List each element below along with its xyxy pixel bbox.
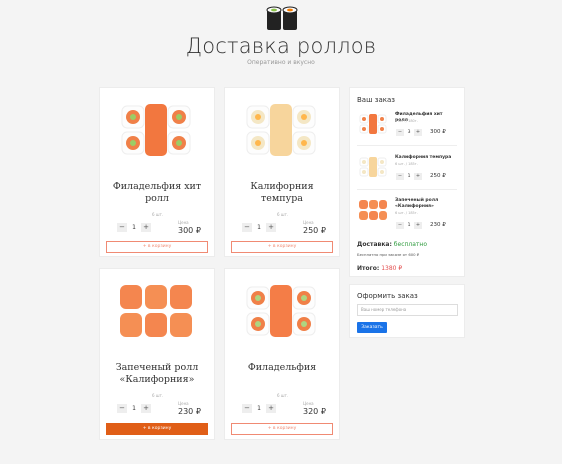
price-label: Цена — [303, 401, 314, 406]
cart-item-weight: 6 шт. / 185г. — [395, 211, 418, 215]
quantity-value: 1 — [404, 173, 414, 180]
delivery-label: Доставка: — [357, 241, 392, 248]
total-label: Итого: — [357, 265, 380, 272]
product-image — [246, 285, 316, 337]
delivery-info: Доставка: бесплатно — [357, 241, 427, 248]
minus-button[interactable]: − — [396, 129, 404, 136]
product-price: 230 ₽ — [178, 407, 201, 416]
product-image — [246, 104, 316, 156]
quantity-value: 3 — [404, 129, 414, 136]
total-value: 1380 ₽ — [381, 265, 403, 272]
quantity-stepper: − 1 + — [242, 404, 276, 413]
page-subtitle: Оперативно и вкусно — [247, 59, 315, 66]
plus-button[interactable]: + — [266, 404, 276, 413]
plus-button[interactable]: + — [414, 222, 422, 229]
quantity-value: 1 — [127, 404, 141, 413]
checkout-title: Оформить заказ — [357, 292, 418, 300]
quantity-value: 1 — [127, 223, 141, 232]
product-weight: 6 шт. — [152, 393, 164, 398]
cart-item-price: 230 ₽ — [430, 222, 446, 228]
minus-button[interactable]: − — [396, 222, 404, 229]
minus-button[interactable]: − — [117, 223, 127, 232]
cart-item-image — [359, 157, 387, 177]
cart-item-stepper: − 3 + — [396, 129, 422, 136]
product-name: Калифорния темпура — [250, 181, 314, 204]
product-card: Филадельфия 6 шт. Цена 320 ₽ − 1 + + в к… — [224, 268, 340, 440]
cart-item-name: Запеченый ролл «Калифорния» — [395, 198, 439, 209]
product-weight: 6 шт. — [152, 212, 164, 217]
plus-button[interactable]: + — [414, 129, 422, 136]
divider — [357, 145, 457, 146]
quantity-stepper: − 1 + — [242, 223, 276, 232]
cart-item-stepper: − 1 + — [396, 173, 422, 180]
add-to-cart-button[interactable]: + в корзину — [231, 423, 333, 435]
delivery-note: Бесплатно при заказе от 600 ₽ — [357, 252, 420, 257]
order-total: Итого: 1380 ₽ — [357, 265, 402, 272]
product-card: Запеченый ролл «Калифорния» 6 шт. Цена 2… — [99, 268, 215, 440]
product-card: Калифорния темпура 6 шт. Цена 250 ₽ − 1 … — [224, 87, 340, 257]
plus-button[interactable]: + — [266, 223, 276, 232]
add-to-cart-button[interactable]: + в корзину — [106, 423, 208, 435]
quantity-stepper: − 1 + — [117, 223, 151, 232]
cart-item-price: 250 ₽ — [430, 173, 446, 179]
minus-button[interactable]: − — [242, 223, 252, 232]
price-label: Цена — [178, 401, 189, 406]
minus-button[interactable]: − — [117, 404, 127, 413]
add-to-cart-button[interactable]: + в корзину — [106, 241, 208, 253]
cart-item-weight: 6 шт. / 180г. — [395, 119, 418, 123]
product-image — [121, 104, 191, 156]
minus-button[interactable]: − — [242, 404, 252, 413]
phone-input[interactable]: Ваш номер телефона — [357, 304, 458, 316]
price-label: Цена — [178, 220, 189, 225]
minus-button[interactable]: − — [396, 173, 404, 180]
cart-item-price: 300 ₽ — [430, 129, 446, 135]
divider — [357, 189, 457, 190]
product-price: 250 ₽ — [303, 226, 326, 235]
price-label: Цена — [303, 220, 314, 225]
page-title: Доставка роллов — [185, 34, 377, 58]
quantity-value: 1 — [252, 223, 266, 232]
plus-button[interactable]: + — [414, 173, 422, 180]
product-name: Филадельфия — [247, 362, 317, 373]
product-card: Филадельфия хит ролл 6 шт. Цена 300 ₽ − … — [99, 87, 215, 257]
delivery-value: бесплатно — [393, 241, 428, 248]
product-name: Запеченый ролл «Калифорния» — [115, 362, 199, 385]
product-weight: 6 шт. — [277, 212, 289, 217]
order-submit-button[interactable]: Заказать — [357, 322, 387, 333]
quantity-stepper: − 1 + — [117, 404, 151, 413]
add-to-cart-button[interactable]: + в корзину — [231, 241, 333, 253]
product-image — [120, 285, 192, 337]
cart-item-image — [359, 200, 387, 220]
plus-button[interactable]: + — [141, 223, 151, 232]
quantity-value: 1 — [404, 222, 414, 229]
product-price: 320 ₽ — [303, 407, 326, 416]
product-name: Филадельфия хит ролл — [112, 181, 202, 204]
cart-item-name: Калифорния темпура — [395, 155, 452, 160]
sushi-logo-icon — [266, 6, 298, 30]
cart-item-stepper: − 1 + — [396, 222, 422, 229]
cart-item-image — [359, 114, 387, 134]
quantity-value: 1 — [252, 404, 266, 413]
product-price: 300 ₽ — [178, 226, 201, 235]
product-weight: 6 шт. — [277, 393, 289, 398]
plus-button[interactable]: + — [141, 404, 151, 413]
cart-item-weight: 6 шт. / 185г. — [395, 162, 418, 166]
cart-title: Ваш заказ — [357, 96, 395, 104]
cart-panel: Ваш заказ Филадельфия хит ролл 6 шт. / 1… — [349, 87, 465, 277]
checkout-panel: Оформить заказ Ваш номер телефона Заказа… — [349, 284, 465, 338]
